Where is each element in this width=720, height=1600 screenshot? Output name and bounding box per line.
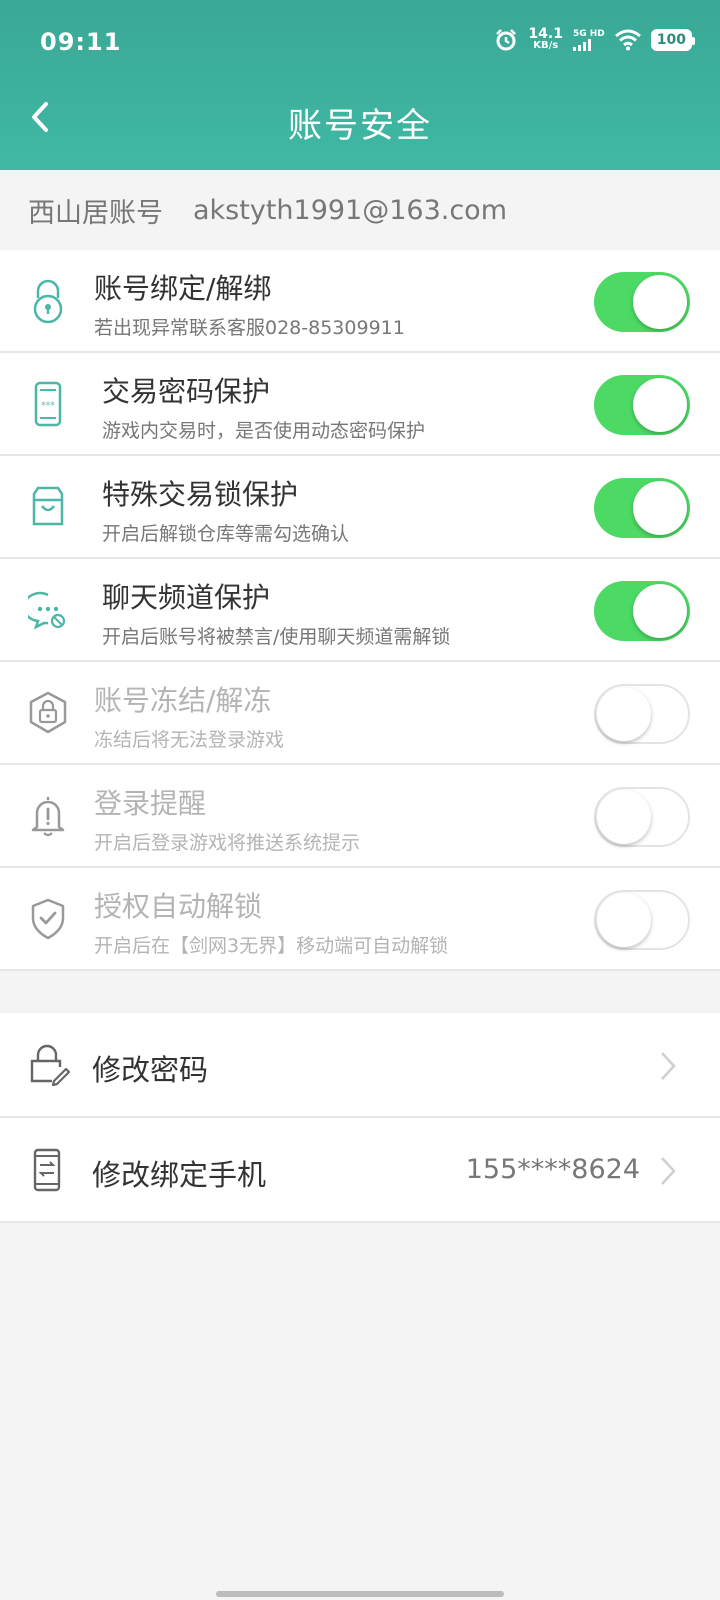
setting-desc: 冻结后将无法登录游戏 — [94, 729, 285, 751]
account-actions-list: 修改密码 修改绑定手机 155****8624 — [0, 1013, 720, 1223]
battery-indicator: 100 — [650, 29, 696, 51]
hex-lock-icon — [29, 691, 67, 734]
setting-login-alert: 登录提醒 开启后登录游戏将推送系统提示 — [0, 765, 720, 868]
toggle-chat-protection[interactable] — [594, 581, 690, 641]
speed-unit: KB/s — [533, 40, 559, 51]
change-phone-item[interactable]: 修改绑定手机 155****8624 — [0, 1118, 720, 1223]
network-type: 5G HD — [572, 29, 605, 39]
toggle-login-alert[interactable] — [594, 787, 690, 847]
signal-bars-icon — [572, 39, 591, 51]
setting-title: 特殊交易锁保护 — [102, 478, 299, 511]
network-speed: 14.1 KB/s — [528, 26, 563, 52]
status-bar: 09:11 14.1 KB/s 5G HD 100 — [0, 0, 720, 86]
setting-desc: 若出现异常联系客服028-85309911 — [94, 317, 405, 339]
alarm-icon — [496, 29, 517, 51]
toggle-auto-unlock[interactable] — [594, 890, 690, 950]
toggle-trade-password[interactable] — [594, 375, 690, 435]
account-label: 西山居账号 — [28, 197, 163, 229]
setting-account-binding: 账号绑定/解绑 若出现异常联系客服028-85309911 — [0, 250, 720, 353]
setting-desc: 游戏内交易时，是否使用动态密码保护 — [102, 420, 426, 442]
lock-pin-icon — [33, 279, 63, 324]
chevron-right-icon — [661, 1052, 676, 1080]
toggle-account-binding[interactable] — [594, 272, 690, 332]
setting-title: 账号绑定/解绑 — [94, 272, 272, 305]
setting-desc: 开启后在【剑网3无界】移动端可自动解锁 — [94, 935, 449, 957]
speed-value: 14.1 — [528, 26, 563, 42]
status-time: 09:11 — [40, 28, 122, 56]
toggle-special-trade-lock[interactable] — [594, 478, 690, 538]
setting-title: 授权自动解锁 — [94, 890, 263, 923]
account-info: 西山居账号 akstyth1991@163.com — [0, 170, 720, 250]
chevron-right-icon — [661, 1157, 676, 1185]
setting-account-freeze: 账号冻结/解冻 冻结后将无法登录游戏 — [0, 662, 720, 765]
phone-swap-icon — [33, 1148, 61, 1192]
app-header: 09:11 14.1 KB/s 5G HD 100 账号安全 — [0, 0, 720, 170]
setting-desc: 开启后解锁仓库等需勾选确认 — [102, 523, 350, 545]
signal-indicator: 5G HD — [572, 29, 605, 51]
change-password-label: 修改密码 — [92, 1053, 209, 1087]
setting-trade-password: *** 交易密码保护 游戏内交易时，是否使用动态密码保护 — [0, 353, 720, 456]
home-indicator[interactable] — [216, 1591, 504, 1597]
setting-desc: 开启后登录游戏将推送系统提示 — [94, 832, 361, 854]
bell-alert-icon — [31, 797, 65, 837]
toggle-account-freeze[interactable] — [594, 684, 690, 744]
shield-check-icon — [31, 898, 65, 940]
setting-chat-protection: 聊天频道保护 开启后账号将被禁言/使用聊天频道需解锁 — [0, 559, 720, 662]
bound-phone-number: 155****8624 — [465, 1154, 640, 1185]
setting-title: 交易密码保护 — [102, 375, 271, 408]
account-email: akstyth1991@163.com — [193, 194, 508, 226]
setting-title: 聊天频道保护 — [102, 581, 271, 614]
chat-block-icon — [28, 591, 66, 630]
wifi-icon — [614, 29, 641, 51]
security-settings-list: 账号绑定/解绑 若出现异常联系客服028-85309911 *** 交易密码保护… — [0, 250, 720, 971]
setting-desc: 开启后账号将被禁言/使用聊天频道需解锁 — [102, 626, 451, 648]
setting-auto-unlock: 授权自动解锁 开启后在【剑网3无界】移动端可自动解锁 — [0, 868, 720, 971]
setting-title: 登录提醒 — [94, 787, 207, 820]
store-icon — [32, 486, 64, 526]
lock-edit-icon — [30, 1044, 70, 1087]
phone-password-icon: *** — [34, 381, 62, 427]
status-icons: 14.1 KB/s 5G HD 100 — [494, 26, 696, 52]
setting-title: 账号冻结/解冻 — [94, 684, 272, 717]
svg-text:***: *** — [41, 401, 55, 411]
change-password-item[interactable]: 修改密码 — [0, 1013, 720, 1118]
setting-special-trade-lock: 特殊交易锁保护 开启后解锁仓库等需勾选确认 — [0, 456, 720, 559]
page-title: 账号安全 — [288, 106, 432, 146]
change-phone-label: 修改绑定手机 — [92, 1158, 267, 1192]
